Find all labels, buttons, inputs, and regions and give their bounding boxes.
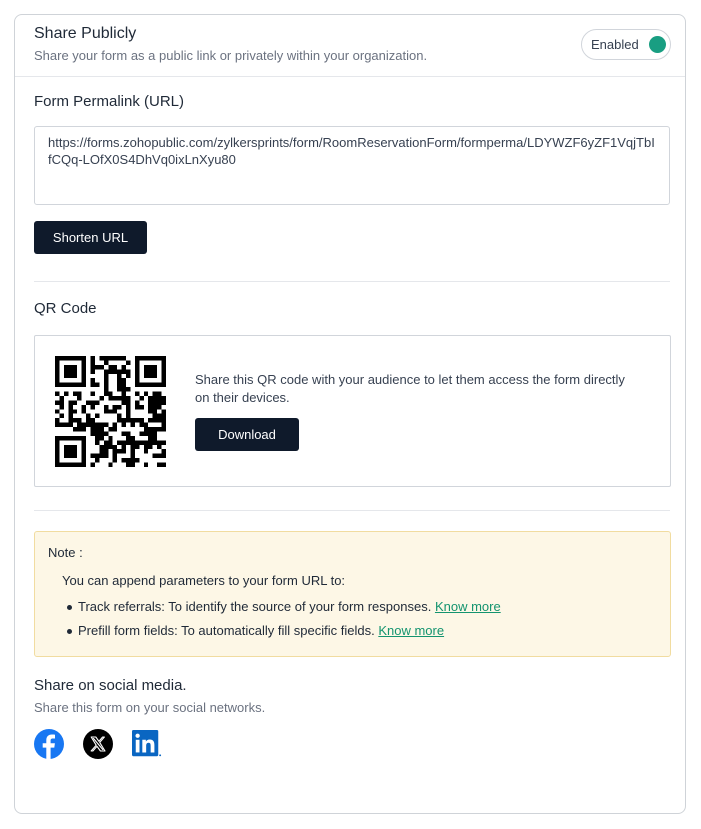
toggle-label: Enabled	[591, 37, 639, 52]
shorten-url-button[interactable]: Shorten URL	[34, 221, 147, 254]
page-subtitle: Share your form as a public link or priv…	[34, 48, 428, 63]
share-publicly-card: Share Publicly Share your form as a publ…	[14, 14, 686, 814]
note-box: Note : You can append parameters to your…	[34, 531, 671, 657]
x-icon[interactable]	[83, 729, 113, 759]
page-title: Share Publicly	[34, 25, 137, 42]
permalink-section-title: Form Permalink (URL)	[34, 93, 185, 110]
toggle-indicator	[649, 36, 666, 53]
note-item-text: Track referrals: To identify the source …	[78, 599, 432, 614]
qr-panel: Share this QR code with your audience to…	[34, 335, 671, 487]
social-section-title: Share on social media.	[34, 677, 187, 694]
linkedin-icon[interactable]	[132, 729, 162, 759]
qr-section-title: QR Code	[34, 300, 97, 317]
divider	[34, 281, 670, 282]
social-section-subtitle: Share this form on your social networks.	[34, 700, 266, 715]
note-title: Note :	[48, 545, 83, 560]
permalink-url-field[interactable]: https://forms.zohopublic.com/zylkersprin…	[34, 126, 670, 205]
note-item-referrals: Track referrals: To identify the source …	[67, 599, 501, 614]
qr-code-image	[55, 356, 166, 467]
share-enabled-toggle[interactable]: Enabled	[581, 29, 671, 60]
know-more-link[interactable]: Know more	[378, 623, 444, 638]
qr-description: Share this QR code with your audience to…	[195, 372, 625, 405]
note-item-prefill: Prefill form fields: To automatically fi…	[66, 623, 444, 638]
note-item-text: Prefill form fields: To automatically fi…	[78, 623, 375, 638]
download-qr-button[interactable]: Download	[195, 418, 299, 451]
note-intro: You can append parameters to your form U…	[62, 573, 346, 588]
know-more-link[interactable]: Know more	[435, 599, 501, 614]
facebook-icon[interactable]	[34, 729, 64, 759]
card-header: Share Publicly Share your form as a publ…	[15, 15, 685, 77]
divider	[34, 510, 670, 511]
